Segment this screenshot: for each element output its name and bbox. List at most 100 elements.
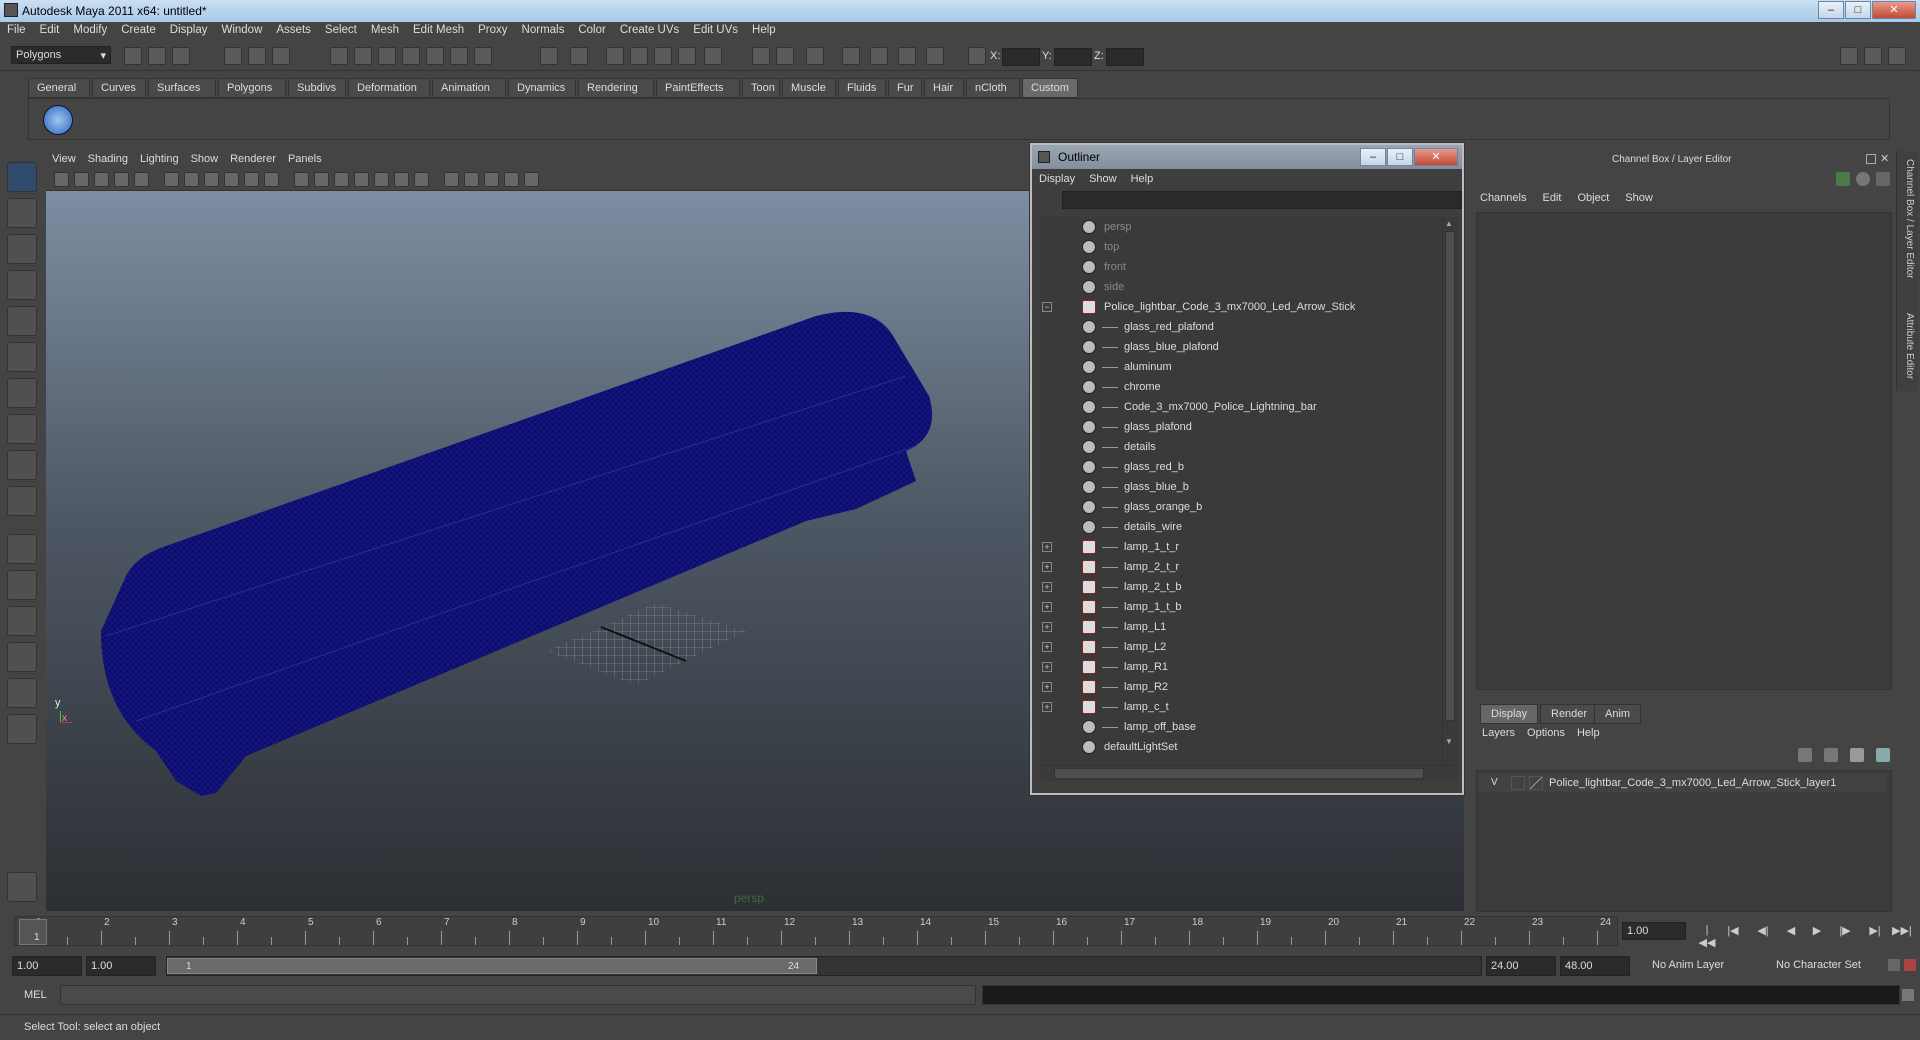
outliner-item[interactable]: lamp_off_base [1040, 717, 1440, 737]
viewport-menu-lighting[interactable]: Lighting [134, 151, 185, 167]
menu-create[interactable]: Create [114, 22, 163, 36]
new-layer-from-selection-icon[interactable] [1876, 748, 1890, 762]
new-empty-layer-icon[interactable] [1850, 748, 1864, 762]
use-all-lights-icon[interactable] [374, 172, 389, 187]
animation-prefs-icon[interactable] [1904, 959, 1916, 971]
select-hierarchy-icon[interactable] [224, 47, 242, 65]
snap-curve-icon[interactable] [354, 47, 372, 65]
shelf-tab-painteffects[interactable]: PaintEffects [656, 78, 740, 98]
layer-editor-icon[interactable] [926, 47, 944, 65]
menu-normals[interactable]: Normals [515, 22, 572, 36]
expand-icon[interactable]: + [1042, 662, 1052, 672]
range-slider[interactable]: 1 24 [166, 956, 1482, 976]
outliner-vertical-scrollbar[interactable]: ▲ ▼ [1442, 217, 1458, 765]
step-forward-frame-icon[interactable]: |▶ [1836, 924, 1854, 940]
y-field[interactable] [1054, 48, 1092, 66]
snap-grid-icon[interactable] [330, 47, 348, 65]
camera-attributes-icon[interactable] [74, 172, 89, 187]
outliner-hscroll-thumb[interactable] [1054, 768, 1424, 779]
move-layer-down-icon[interactable] [1824, 748, 1838, 762]
bookmarks-icon[interactable] [94, 172, 109, 187]
menu-set-select[interactable]: Polygons ▾ [11, 46, 111, 64]
menu-modify[interactable]: Modify [66, 22, 114, 36]
input-ops-icon[interactable] [606, 47, 624, 65]
go-to-end-icon[interactable]: ▶▶| [1892, 924, 1912, 940]
attribute-editor-side-tab[interactable]: Attribute Editor [1904, 313, 1915, 379]
step-forward-key-icon[interactable]: ▶| [1866, 924, 1884, 940]
outliner-minimize-button[interactable]: – [1360, 148, 1386, 166]
persp-graph-layout-icon[interactable] [7, 642, 37, 672]
safe-title-icon[interactable] [244, 172, 259, 187]
shelf-tab-custom[interactable]: Custom [1022, 78, 1078, 98]
outliner-item[interactable]: + lamp_2_t_r [1040, 557, 1440, 577]
shelf-tab-polygons[interactable]: Polygons [218, 78, 286, 98]
outliner-item[interactable]: front [1040, 257, 1440, 277]
layer-tab-anim[interactable]: Anim [1594, 704, 1642, 724]
script-editor-icon[interactable] [1902, 989, 1914, 1001]
channel-box-menu-edit[interactable]: Edit [1534, 190, 1569, 206]
outliner-item[interactable]: details [1040, 437, 1440, 457]
resolution-gate-icon[interactable] [164, 172, 179, 187]
expand-icon[interactable]: + [1042, 622, 1052, 632]
show-manip-icon[interactable] [7, 450, 37, 480]
current-time-field[interactable]: 1.00 [1622, 922, 1686, 940]
xray-active-icon[interactable] [484, 172, 499, 187]
auto-key-icon[interactable] [1888, 959, 1900, 971]
menu-color[interactable]: Color [571, 22, 612, 36]
step-back-frame-icon[interactable]: ◀| [1754, 924, 1772, 940]
lock-channel-icon[interactable] [1856, 172, 1870, 186]
shelf-tab-dynamics[interactable]: Dynamics [508, 78, 576, 98]
x-field[interactable] [1002, 48, 1040, 66]
scroll-up-icon[interactable]: ▲ [1445, 219, 1455, 229]
custom-layout-icon[interactable] [7, 714, 37, 744]
camera-icon[interactable] [842, 47, 860, 65]
menu-edit-uvs[interactable]: Edit UVs [686, 22, 745, 36]
outliner-item[interactable]: + lamp_1_t_r [1040, 537, 1440, 557]
outliner-item[interactable]: glass_blue_plafond [1040, 337, 1440, 357]
close-panel-icon[interactable]: ✕ [1880, 152, 1889, 165]
outliner-item[interactable]: + lamp_1_t_b [1040, 597, 1440, 617]
snap-surface-icon[interactable] [426, 47, 444, 65]
outliner-menu-show[interactable]: Show [1082, 171, 1124, 187]
new-scene-icon[interactable] [124, 47, 142, 65]
outliner-menu-display[interactable]: Display [1032, 171, 1082, 187]
high-quality-icon[interactable] [504, 172, 519, 187]
outliner-item[interactable]: − Police_lightbar_Code_3_mx7000_Led_Arrow… [1040, 297, 1440, 317]
outliner-item[interactable]: + lamp_L1 [1040, 617, 1440, 637]
shadows-icon[interactable] [394, 172, 409, 187]
outliner-item[interactable]: + lamp_R1 [1040, 657, 1440, 677]
expand-icon[interactable]: + [1042, 582, 1052, 592]
outliner-item[interactable]: persp [1040, 217, 1440, 237]
play-forwards-icon[interactable]: ▶ [1808, 924, 1826, 940]
layer-menu-layers[interactable]: Layers [1476, 725, 1521, 741]
snap-point-icon[interactable] [378, 47, 396, 65]
outliner-item[interactable]: + lamp_R2 [1040, 677, 1440, 697]
play-backwards-icon[interactable]: ◀ [1782, 924, 1800, 940]
channel-box-menu-object[interactable]: Object [1569, 190, 1617, 206]
outliner-item[interactable]: + lamp_c_t [1040, 697, 1440, 717]
output-ops-icon[interactable] [630, 47, 648, 65]
shelf-tab-surfaces[interactable]: Surfaces [148, 78, 216, 98]
float-panel-icon[interactable] [1866, 154, 1876, 164]
character-set-select[interactable]: No Character Set [1772, 956, 1884, 976]
outliner-item[interactable]: glass_plafond [1040, 417, 1440, 437]
menu-window[interactable]: Window [214, 22, 269, 36]
go-to-start-icon[interactable]: |◀◀ [1698, 924, 1716, 949]
viewport-menu-panels[interactable]: Panels [282, 151, 328, 167]
layer-tab-display[interactable]: Display [1480, 704, 1539, 724]
shelf-tab-deformation[interactable]: Deformation [348, 78, 430, 98]
layer-menu-help[interactable]: Help [1571, 725, 1606, 741]
select-tool-icon[interactable] [7, 162, 37, 192]
layer-type-toggle[interactable] [1511, 776, 1525, 790]
outliner-item[interactable]: aluminum [1040, 357, 1440, 377]
shelf-tab-curves[interactable]: Curves [92, 78, 146, 98]
viewport-menu-shading[interactable]: Shading [82, 151, 134, 167]
outliner-menu-help[interactable]: Help [1124, 171, 1161, 187]
last-tool-icon[interactable] [7, 486, 37, 516]
open-scene-icon[interactable] [148, 47, 166, 65]
channel-box-menu-channels[interactable]: Channels [1472, 190, 1534, 206]
shelf-tab-fluids[interactable]: Fluids [838, 78, 886, 98]
viewport-menu-show[interactable]: Show [185, 151, 225, 167]
animation-start-field[interactable]: 1.00 [12, 956, 82, 976]
paint-select-tool-icon[interactable] [7, 234, 37, 264]
